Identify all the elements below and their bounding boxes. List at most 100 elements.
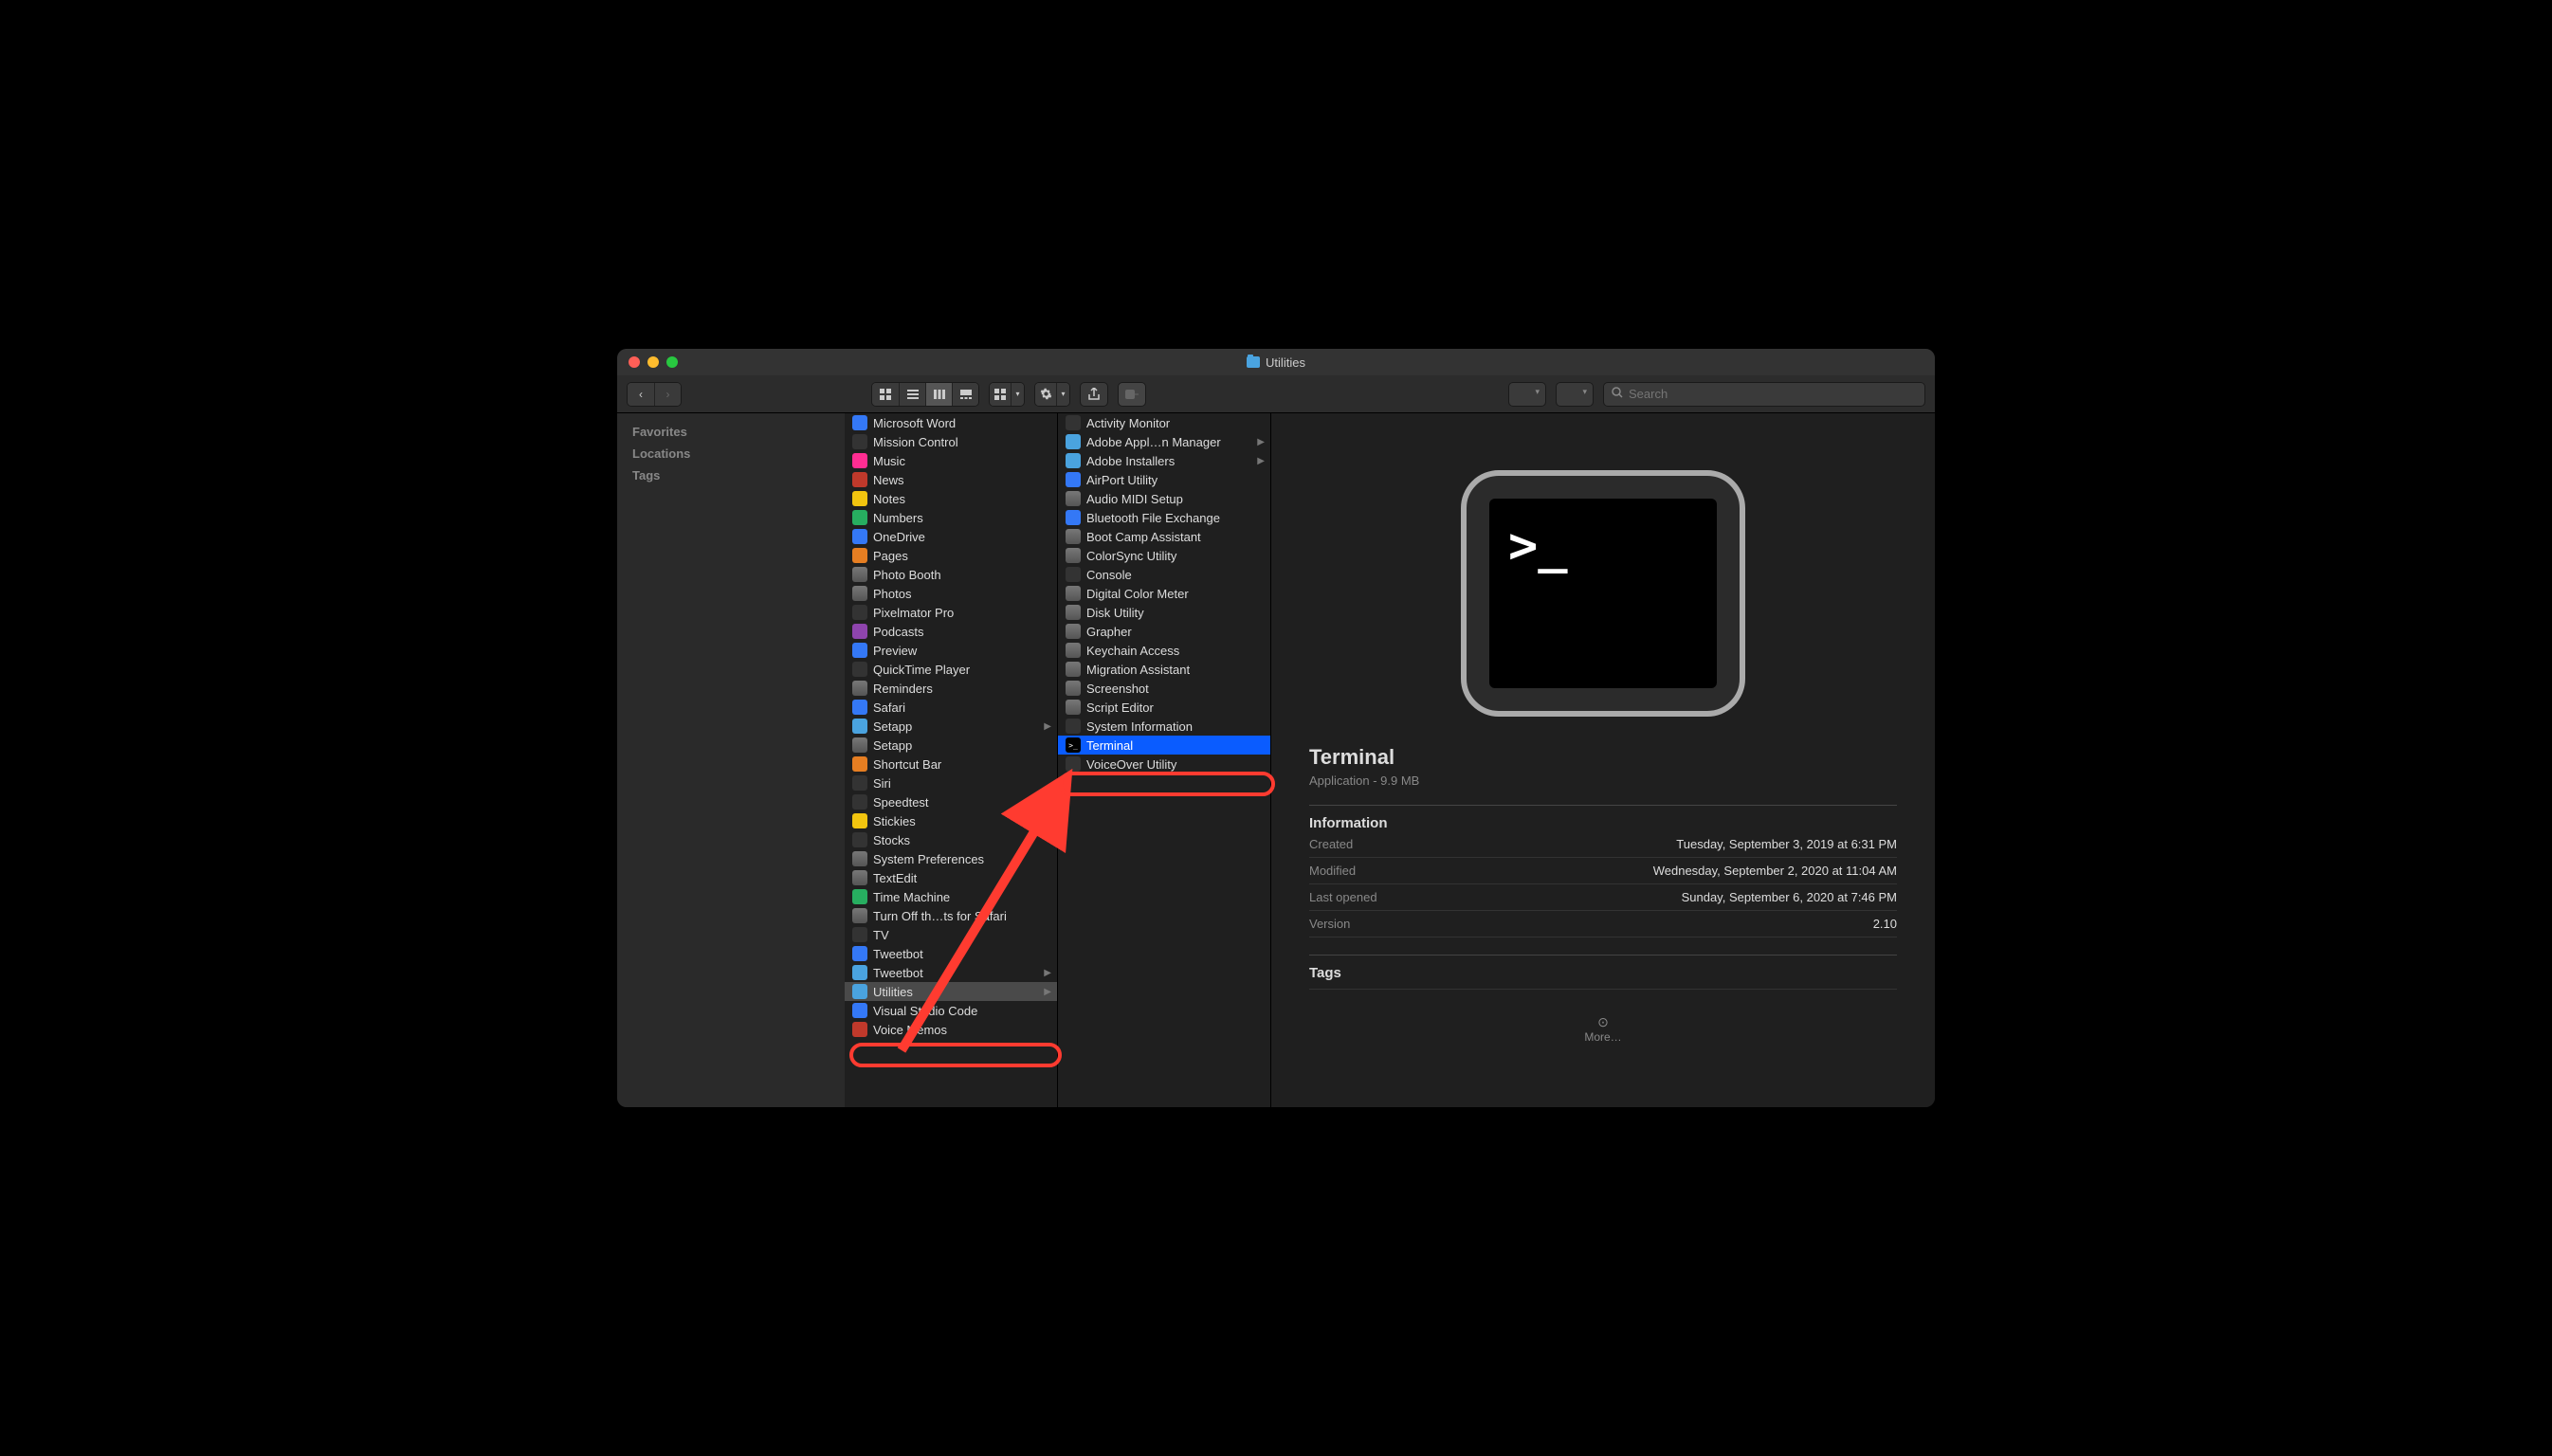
list-item[interactable]: Voice Memos — [845, 1020, 1057, 1039]
fullscreen-button[interactable] — [666, 356, 678, 368]
applications-column[interactable]: Microsoft Word Mission Control MusicNewsNo… — [845, 413, 1058, 1107]
list-item[interactable]: Adobe Appl…n Manager▶ — [1058, 432, 1270, 451]
list-item[interactable]: Mission Control — [845, 432, 1057, 451]
list-item[interactable]: Tweetbot — [845, 944, 1057, 963]
list-item[interactable]: Adobe Installers▶ — [1058, 451, 1270, 470]
sidebar-favorites[interactable]: Favorites — [632, 421, 829, 443]
list-item-label: Utilities — [873, 985, 913, 999]
app-icon — [852, 813, 867, 828]
sidebar-locations[interactable]: Locations — [632, 443, 829, 464]
list-item[interactable]: Disk Utility — [1058, 603, 1270, 622]
list-item[interactable]: Audio MIDI Setup — [1058, 489, 1270, 508]
list-item[interactable]: Setapp▶ — [845, 717, 1057, 736]
forward-button[interactable]: › — [654, 383, 681, 406]
gallery-view-button[interactable] — [952, 383, 978, 406]
utilities-column[interactable]: Activity MonitorAdobe Appl…n Manager▶Ado… — [1058, 413, 1271, 1107]
list-item[interactable]: Console — [1058, 565, 1270, 584]
list-item[interactable]: Turn Off th…ts for Safari — [845, 906, 1057, 925]
ellipsis-icon: ⊙ — [1309, 1014, 1897, 1030]
back-button[interactable]: ‹ — [628, 383, 654, 406]
finder-window: Utilities ‹ › ▾ — [617, 349, 1935, 1107]
list-item-label: AirPort Utility — [1086, 473, 1158, 487]
list-item[interactable]: System Preferences — [845, 849, 1057, 868]
list-item[interactable]: Time Machine — [845, 887, 1057, 906]
list-item-label: Setapp — [873, 738, 912, 753]
list-item[interactable]: >_Terminal — [1058, 736, 1270, 755]
action-button[interactable] — [1035, 383, 1056, 406]
list-item[interactable]: Tweetbot▶ — [845, 963, 1057, 982]
list-item-label: Console — [1086, 568, 1132, 582]
list-item[interactable]: Setapp — [845, 736, 1057, 755]
list-item[interactable]: Podcasts — [845, 622, 1057, 641]
body: Favorites Locations Tags Microsoft WordM… — [617, 413, 1935, 1107]
dropdown-1[interactable]: ▾ — [1508, 382, 1546, 407]
list-item[interactable]: ColorSync Utility — [1058, 546, 1270, 565]
list-item[interactable]: News — [845, 470, 1057, 489]
tags-heading: Tags — [1309, 955, 1897, 990]
search-field[interactable] — [1603, 382, 1925, 407]
app-icon — [852, 756, 867, 772]
icon-view-button[interactable] — [872, 383, 899, 406]
search-input[interactable] — [1629, 387, 1917, 401]
list-item[interactable]: Safari — [845, 698, 1057, 717]
list-item-label: Time Machine — [873, 890, 950, 904]
list-item[interactable]: Music — [845, 451, 1057, 470]
app-icon — [1066, 434, 1081, 449]
arrange-button[interactable] — [990, 383, 1011, 406]
list-item[interactable]: Photo Booth — [845, 565, 1057, 584]
action-group[interactable]: ▾ — [1034, 382, 1070, 407]
minimize-button[interactable] — [647, 356, 659, 368]
list-view-button[interactable] — [899, 383, 925, 406]
list-item[interactable]: Screenshot — [1058, 679, 1270, 698]
app-icon — [852, 1003, 867, 1018]
list-item[interactable]: Siri — [845, 774, 1057, 792]
list-item[interactable]: Shortcut Bar — [845, 755, 1057, 774]
list-item-label: ColorSync Utility — [1086, 549, 1176, 563]
list-item[interactable]: Bluetooth File Exchange — [1058, 508, 1270, 527]
list-item[interactable]: Visual Studio Code — [845, 1001, 1057, 1020]
list-item[interactable]: Preview — [845, 641, 1057, 660]
list-item[interactable]: Activity Monitor — [1058, 413, 1270, 432]
arrange-group[interactable]: ▾ — [989, 382, 1025, 407]
list-item[interactable]: AirPort Utility — [1058, 470, 1270, 489]
app-icon — [852, 700, 867, 715]
app-icon — [1066, 624, 1081, 639]
list-item[interactable]: TextEdit — [845, 868, 1057, 887]
list-item[interactable]: Boot Camp Assistant — [1058, 527, 1270, 546]
list-item[interactable]: Speedtest — [845, 792, 1057, 811]
list-item[interactable]: OneDrive — [845, 527, 1057, 546]
tags-button[interactable] — [1118, 382, 1146, 407]
dropdown-2[interactable]: ▾ — [1556, 382, 1594, 407]
list-item[interactable]: Stickies — [845, 811, 1057, 830]
action-dropdown[interactable]: ▾ — [1056, 383, 1069, 406]
more-button[interactable]: ⊙ More… — [1309, 1014, 1897, 1044]
list-item[interactable]: Reminders — [845, 679, 1057, 698]
arrange-dropdown[interactable]: ▾ — [1011, 383, 1024, 406]
list-item[interactable]: Microsoft Word — [845, 413, 1057, 432]
list-item[interactable]: Stocks — [845, 830, 1057, 849]
list-item[interactable]: Pixelmator Pro — [845, 603, 1057, 622]
list-item-label: Mission Control — [873, 435, 958, 449]
app-icon — [1066, 662, 1081, 677]
list-item[interactable]: TV — [845, 925, 1057, 944]
list-item[interactable]: Photos — [845, 584, 1057, 603]
list-item[interactable]: System Information — [1058, 717, 1270, 736]
share-button[interactable] — [1080, 382, 1108, 407]
list-item-label: Shortcut Bar — [873, 757, 941, 772]
list-item[interactable]: Grapher — [1058, 622, 1270, 641]
list-item[interactable]: Numbers — [845, 508, 1057, 527]
app-icon — [852, 624, 867, 639]
list-item[interactable]: Notes — [845, 489, 1057, 508]
column-view-button[interactable] — [925, 383, 952, 406]
list-item[interactable]: Utilities▶ — [845, 982, 1057, 1001]
sidebar-tags[interactable]: Tags — [632, 464, 829, 486]
list-item[interactable]: Pages — [845, 546, 1057, 565]
list-item[interactable]: QuickTime Player — [845, 660, 1057, 679]
close-button[interactable] — [629, 356, 640, 368]
list-item[interactable]: Script Editor — [1058, 698, 1270, 717]
list-item[interactable]: Digital Color Meter — [1058, 584, 1270, 603]
list-item[interactable]: Migration Assistant — [1058, 660, 1270, 679]
list-item[interactable]: Keychain Access — [1058, 641, 1270, 660]
app-icon — [852, 832, 867, 847]
list-item[interactable]: VoiceOver Utility — [1058, 755, 1270, 774]
